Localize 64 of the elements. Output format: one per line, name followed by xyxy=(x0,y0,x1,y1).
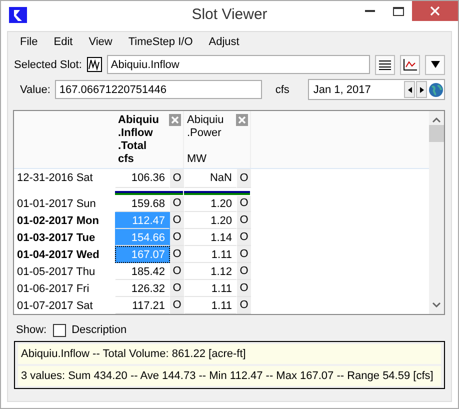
maximize-icon xyxy=(392,6,404,16)
column-header: Abiquiu .Power MW xyxy=(187,114,224,166)
flag-cell: O xyxy=(237,212,251,230)
caret-icon xyxy=(430,61,440,68)
date-cell-text: 01-05-2017 Thu xyxy=(16,264,96,280)
globe-icon[interactable] xyxy=(428,82,444,98)
plot-icon[interactable] xyxy=(400,54,420,74)
flag-cell: O xyxy=(170,246,184,264)
menu-item[interactable]: File xyxy=(12,36,46,48)
previous-button[interactable] xyxy=(404,81,415,98)
selected-slot-label: Selected Slot: xyxy=(14,58,82,70)
next-button[interactable] xyxy=(416,81,427,98)
dropdown-button[interactable] xyxy=(425,54,445,74)
flag-cell: O xyxy=(237,297,251,314)
date-cell-text: 01-04-2017 Wed xyxy=(16,248,100,263)
date-cell-text: 01-06-2017 Fri xyxy=(16,282,90,297)
window-title: Slot Viewer xyxy=(190,6,268,23)
flag-cell: O xyxy=(170,263,184,280)
flag-cell: O xyxy=(237,246,251,264)
flag-cell: O xyxy=(237,280,251,298)
date-cell-text: 01-02-2017 Mon xyxy=(16,214,100,229)
column-header: Abiquiu .Inflow .Total cfs xyxy=(118,114,159,166)
date-field[interactable]: Jan 1, 2017 xyxy=(308,79,445,100)
menu-item[interactable]: View xyxy=(80,36,120,48)
summary-text: Abiquiu.Inflow -- Total Volume: 861.22 [acre-ft] xyxy=(18,344,441,364)
scrollbar-thumb[interactable] xyxy=(429,125,444,142)
flag-cell: O xyxy=(237,263,251,280)
list-icon[interactable] xyxy=(375,54,395,74)
date-cell-text: 12-31-2016 Sat xyxy=(16,171,94,186)
date-cell-text: 01-01-2017 Sun xyxy=(16,196,97,212)
flag-cell: O xyxy=(170,169,184,188)
app-logo-icon xyxy=(9,7,27,23)
value-field[interactable]: 167.06671220751446 xyxy=(55,80,262,99)
flag-cell: O xyxy=(170,280,184,298)
vertical-scrollbar[interactable] xyxy=(429,111,444,314)
close-column-button[interactable] xyxy=(236,114,248,126)
date-cell-text: 01-03-2017 Tue xyxy=(16,230,96,246)
summary-text: 3 values: Sum 434.20 -- Ave 144.73 -- Min 112.47 -- Max 167.07 -- Range 54.59 [cfs] xyxy=(18,366,441,386)
flag-cell: O xyxy=(170,212,184,230)
scroll-down-icon[interactable] xyxy=(432,302,441,308)
selected-slot-field[interactable]: Abiquiu.Inflow xyxy=(106,55,370,74)
flag-cell: O xyxy=(170,196,184,212)
show-label: Show: xyxy=(16,324,47,336)
description-checkbox[interactable] xyxy=(52,324,66,336)
unit-label: cfs xyxy=(275,84,290,96)
close-button[interactable] xyxy=(412,1,458,21)
flag-cell: O xyxy=(170,229,184,246)
flag-cell: O xyxy=(237,169,251,188)
menu-item[interactable]: Adjust xyxy=(200,36,248,48)
flag-cell: O xyxy=(170,297,184,314)
left-triangle-icon xyxy=(408,86,412,92)
series-graph-icon xyxy=(86,57,102,72)
close-icon xyxy=(430,6,440,16)
menu-item[interactable]: Edit xyxy=(46,36,81,48)
flag-cell: O xyxy=(237,229,251,246)
minimize-icon xyxy=(365,10,375,12)
flag-cell: O xyxy=(237,196,251,212)
value-label: Value: xyxy=(20,84,50,96)
right-triangle-icon xyxy=(420,86,424,92)
close-column-button[interactable] xyxy=(169,114,181,126)
date-cell-text: 01-07-2017 Sat xyxy=(16,298,94,314)
menu-item[interactable]: TimeStep I/O xyxy=(120,36,201,48)
scroll-up-icon[interactable] xyxy=(432,117,441,123)
description-label: Description xyxy=(72,324,127,336)
